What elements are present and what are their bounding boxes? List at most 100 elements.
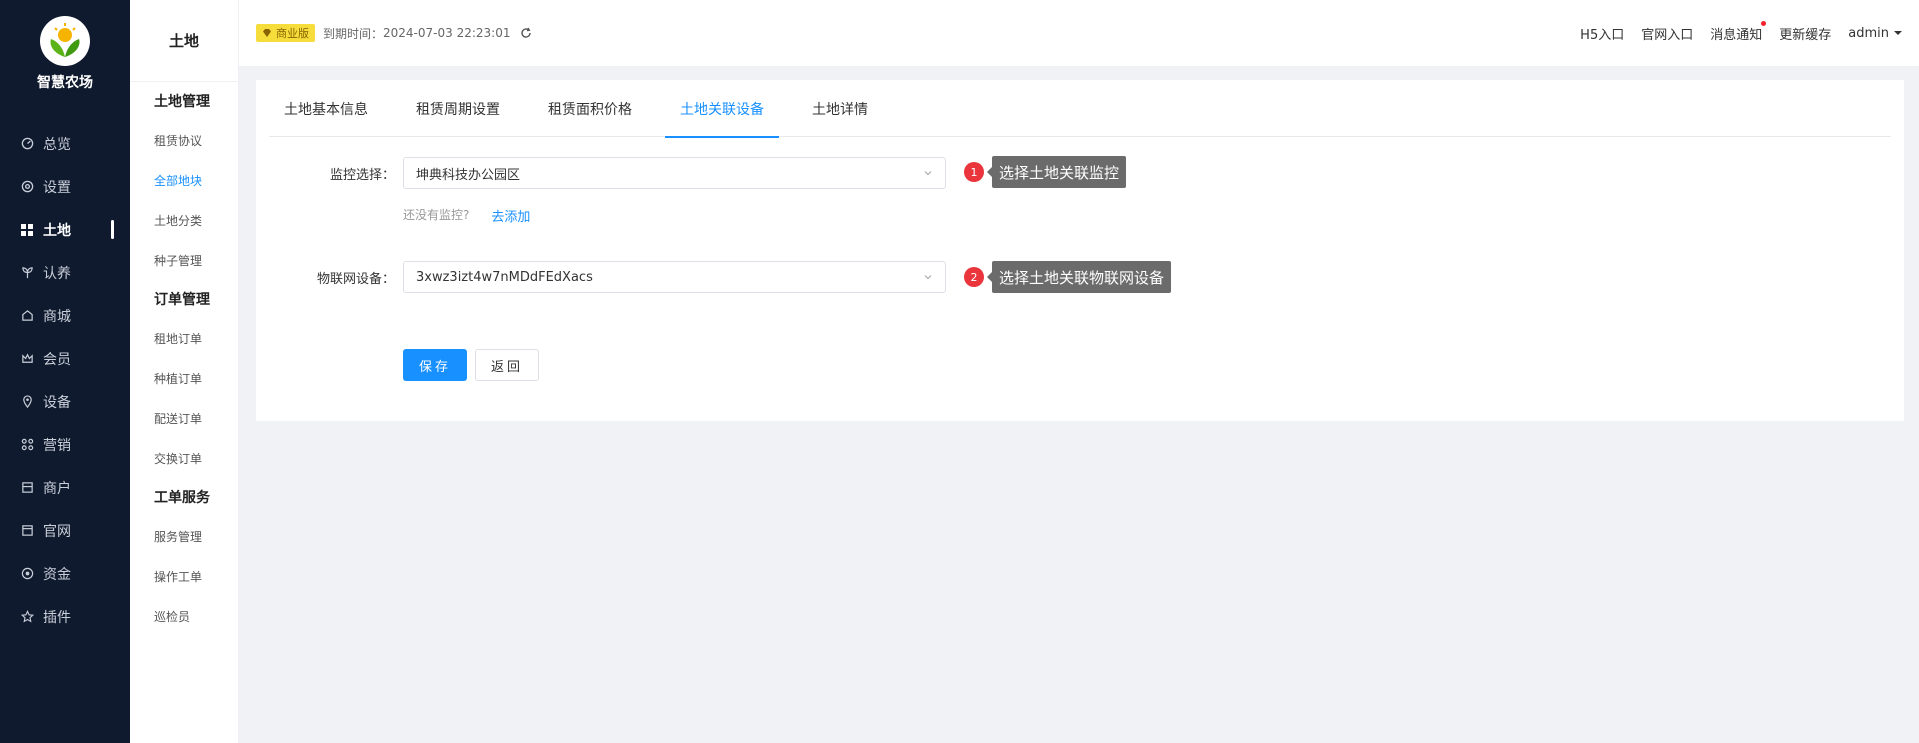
nav-item-land[interactable]: 土地 bbox=[0, 208, 130, 251]
form-actions: 保存 返回 bbox=[403, 349, 539, 381]
nav-item-merchant[interactable]: 商户 bbox=[0, 466, 130, 509]
annotation-tooltip: 选择土地关联监控 bbox=[986, 156, 1127, 188]
shop-icon bbox=[20, 481, 34, 495]
nav-label: 设置 bbox=[43, 179, 71, 196]
nav-label: 插件 bbox=[43, 609, 71, 626]
add-monitor-link[interactable]: 去添加 bbox=[491, 206, 530, 225]
monitor-label: 监控选择： bbox=[329, 167, 395, 183]
nav-label: 认养 bbox=[43, 265, 71, 282]
nav-item-adopt[interactable]: 认养 bbox=[0, 251, 130, 294]
nav-label: 营销 bbox=[43, 437, 71, 454]
monitor-hint-text: 还没有监控? bbox=[403, 208, 470, 222]
annotation-number: 2 bbox=[964, 267, 984, 287]
edition-label: 商业版 bbox=[276, 27, 309, 40]
nav-item-plugins[interactable]: 插件 bbox=[0, 595, 130, 638]
tab-linked-devices[interactable]: 土地关联设备 bbox=[665, 80, 779, 138]
store-icon bbox=[20, 309, 34, 323]
tab-area-price[interactable]: 租赁面积价格 bbox=[533, 80, 647, 137]
dashboard-icon bbox=[20, 137, 34, 151]
sub-group-orders: 订单管理 租地订单 种植订单 配送订单 交换订单 bbox=[130, 280, 238, 478]
iot-label: 物联网设备： bbox=[316, 271, 395, 287]
annotation-2: 2 选择土地关联物联网设备 bbox=[964, 261, 1172, 293]
save-button[interactable]: 保存 bbox=[403, 349, 467, 381]
tab-lease-period[interactable]: 租赁周期设置 bbox=[401, 80, 515, 137]
nav-label: 商户 bbox=[43, 480, 71, 497]
notification-dot bbox=[1761, 20, 1767, 26]
sprout-icon bbox=[20, 266, 34, 280]
monitor-select[interactable]: 坤典科技办公园区 bbox=[403, 157, 946, 189]
nav-label: 官网 bbox=[43, 523, 71, 540]
sub-item-inspectors[interactable]: 巡检员 bbox=[130, 596, 238, 636]
back-button[interactable]: 返回 bbox=[475, 349, 539, 381]
annotation-1: 1 选择土地关联监控 bbox=[964, 156, 1127, 188]
annotation-number: 1 bbox=[964, 162, 984, 182]
sub-item-service-management[interactable]: 服务管理 bbox=[130, 516, 238, 556]
nav-item-website[interactable]: 官网 bbox=[0, 509, 130, 552]
gear-icon bbox=[20, 180, 34, 194]
edition-badge: 商业版 bbox=[256, 24, 315, 42]
nav-label: 会员 bbox=[43, 351, 71, 368]
sub-item-all-plots[interactable]: 全部地块 bbox=[130, 160, 238, 200]
sub-group-land: 土地管理 租赁协议 全部地块 土地分类 种子管理 bbox=[130, 82, 238, 280]
sub-sidebar-title: 土地 bbox=[130, 0, 238, 82]
tab-bar: 土地基本信息 租赁周期设置 租赁面积价格 土地关联设备 土地详情 bbox=[269, 80, 1891, 138]
iot-device-select[interactable]: 3xwz3izt4w7nMDdFEdXacs bbox=[403, 261, 946, 293]
main-panel: 土地基本信息 租赁周期设置 租赁面积价格 土地关联设备 土地详情 监控选择： 坤… bbox=[256, 80, 1904, 421]
tab-land-details[interactable]: 土地详情 bbox=[797, 80, 883, 137]
window-icon bbox=[20, 524, 34, 538]
refresh-cache-link[interactable]: 更新缓存 bbox=[1779, 24, 1831, 43]
h5-entry-link[interactable]: H5入口 bbox=[1580, 24, 1624, 43]
tab-basic-info[interactable]: 土地基本信息 bbox=[269, 80, 383, 137]
group-title: 订单管理 bbox=[154, 292, 210, 308]
sub-item-rent-orders[interactable]: 租地订单 bbox=[130, 318, 238, 358]
sub-item-planting-orders[interactable]: 种植订单 bbox=[130, 358, 238, 398]
nav-item-overview[interactable]: 总览 bbox=[0, 122, 130, 165]
user-menu[interactable]: admin bbox=[1848, 26, 1902, 41]
brand-name: 智慧农场 bbox=[37, 75, 93, 91]
sub-item-seed-management[interactable]: 种子管理 bbox=[130, 240, 238, 280]
crown-icon bbox=[20, 352, 34, 366]
monitor-row: 监控选择： 坤典科技办公园区 bbox=[263, 157, 946, 189]
brand[interactable]: 智慧农场 bbox=[0, 0, 130, 108]
nav-label: 资金 bbox=[43, 566, 71, 583]
command-icon bbox=[20, 438, 34, 452]
website-entry-link[interactable]: 官网入口 bbox=[1641, 24, 1693, 43]
notifications-link[interactable]: 消息通知 bbox=[1710, 20, 1767, 43]
star-icon bbox=[20, 610, 34, 624]
sub-sidebar: 土地 土地管理 租赁协议 全部地块 土地分类 种子管理 订单管理 租地订单 种植… bbox=[130, 0, 239, 743]
logo-icon bbox=[40, 16, 90, 66]
main-sidebar: 智慧农场 总览 设置 土地 认养 商城 会员 设备 营销 商户 官网 资金 插件 bbox=[0, 0, 130, 743]
nav-item-finance[interactable]: 资金 bbox=[0, 552, 130, 595]
nav-label: 商城 bbox=[43, 308, 71, 325]
refresh-icon[interactable] bbox=[520, 27, 532, 39]
nav-item-marketing[interactable]: 营销 bbox=[0, 423, 130, 466]
annotation-tooltip: 选择土地关联物联网设备 bbox=[986, 261, 1172, 293]
sub-item-land-category[interactable]: 土地分类 bbox=[130, 200, 238, 240]
user-name: admin bbox=[1848, 25, 1889, 41]
nav-item-settings[interactable]: 设置 bbox=[0, 165, 130, 208]
target-icon bbox=[20, 567, 34, 581]
nav-item-device[interactable]: 设备 bbox=[0, 380, 130, 423]
sub-item-work-orders[interactable]: 操作工单 bbox=[130, 556, 238, 596]
header-links: H5入口 官网入口 消息通知 更新缓存 admin bbox=[1563, 20, 1902, 43]
nav-item-mall[interactable]: 商城 bbox=[0, 294, 130, 337]
diamond-icon bbox=[263, 29, 271, 37]
nav-label: 总览 bbox=[43, 136, 71, 153]
main-nav: 总览 设置 土地 认养 商城 会员 设备 营销 商户 官网 资金 插件 bbox=[0, 122, 130, 638]
sub-item-exchange-orders[interactable]: 交换订单 bbox=[130, 438, 238, 478]
iot-value: 3xwz3izt4w7nMDdFEdXacs bbox=[416, 269, 593, 285]
sub-item-delivery-orders[interactable]: 配送订单 bbox=[130, 398, 238, 438]
caret-down-icon bbox=[1894, 31, 1902, 35]
sub-group-service: 工单服务 服务管理 操作工单 巡检员 bbox=[130, 478, 238, 636]
chevron-down-icon bbox=[924, 275, 932, 280]
sub-item-lease-agreement[interactable]: 租赁协议 bbox=[130, 120, 238, 160]
iot-row: 物联网设备： 3xwz3izt4w7nMDdFEdXacs bbox=[263, 261, 946, 293]
location-icon bbox=[20, 395, 34, 409]
license-info: 商业版 到期时间： 2024-07-03 22:23:01 bbox=[256, 24, 532, 42]
notifications-label: 消息通知 bbox=[1710, 27, 1763, 43]
nav-item-member[interactable]: 会员 bbox=[0, 337, 130, 380]
nav-label: 设备 bbox=[43, 394, 71, 411]
group-title: 工单服务 bbox=[154, 490, 210, 506]
top-header: 商业版 到期时间： 2024-07-03 22:23:01 H5入口 官网入口 … bbox=[239, 0, 1919, 66]
nav-label: 土地 bbox=[43, 222, 71, 239]
